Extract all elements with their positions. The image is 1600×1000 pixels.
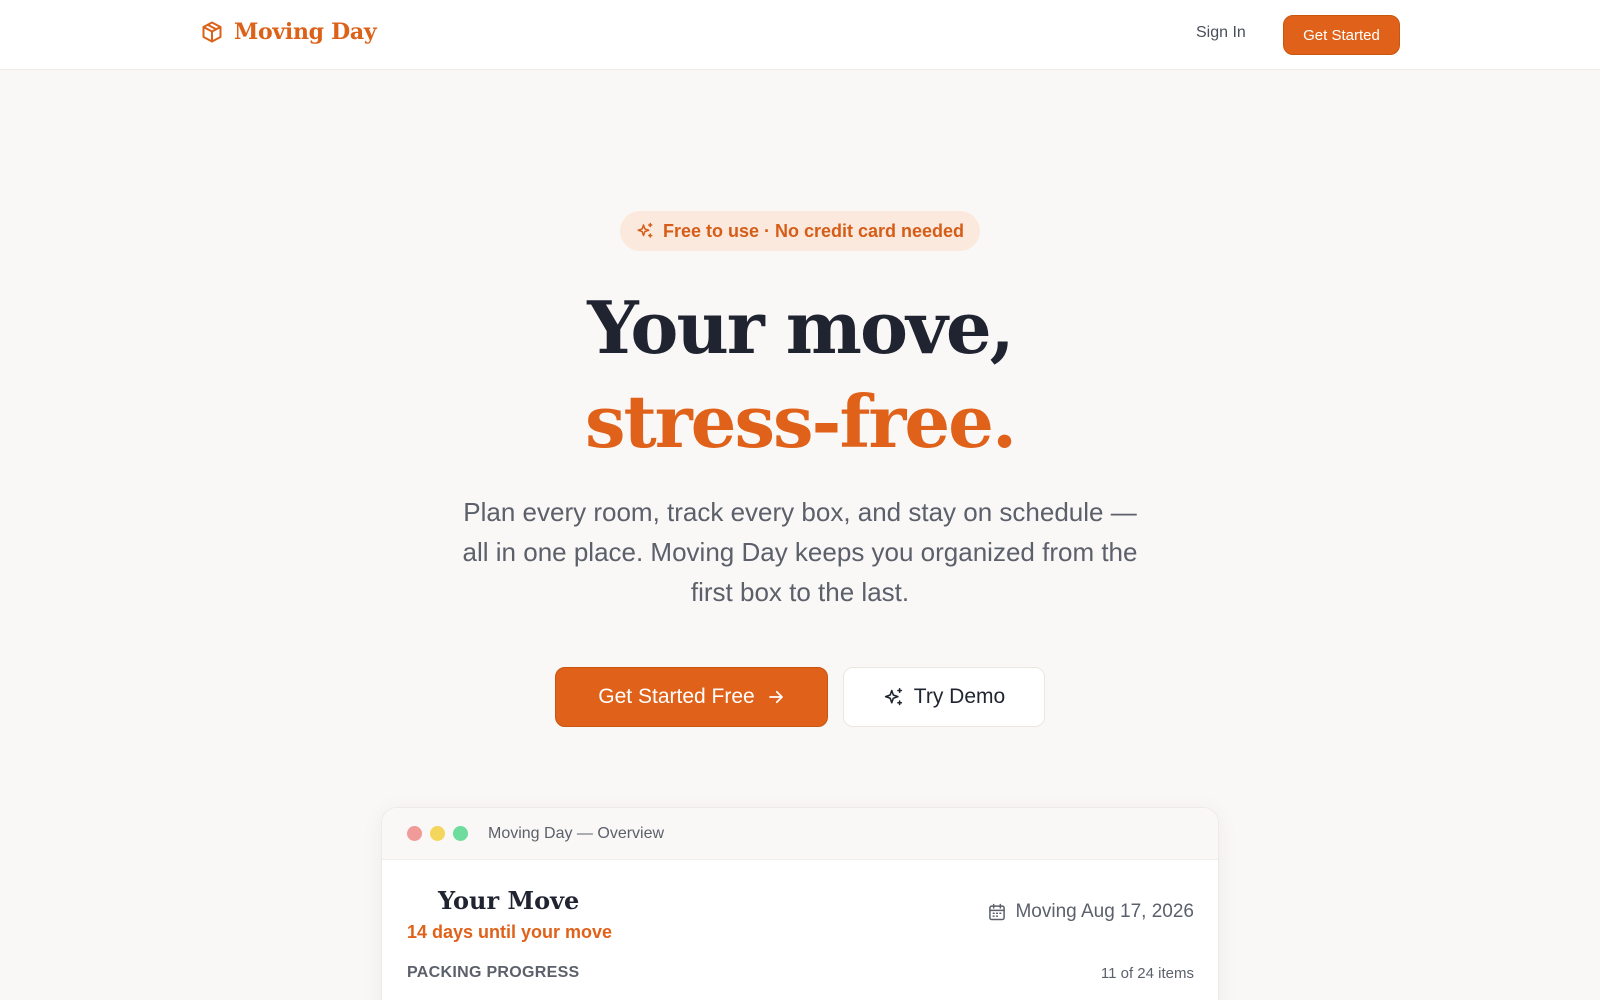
sparkles-icon xyxy=(637,222,653,238)
brand-logo[interactable]: Moving Day xyxy=(200,19,377,45)
app-preview-window: Moving Day — Overview Your Move 14 days … xyxy=(381,807,1219,1000)
try-demo-button[interactable]: Try Demo xyxy=(843,667,1045,727)
window-close-dot xyxy=(407,826,422,841)
preview-title-bar: Moving Day — Overview xyxy=(382,808,1218,860)
move-title: Your Move xyxy=(438,886,580,915)
get-started-free-button[interactable]: Get Started Free xyxy=(555,667,828,727)
arrow-right-icon xyxy=(768,690,783,704)
calendar-icon xyxy=(989,903,1006,921)
sparkles-icon xyxy=(884,687,902,705)
move-countdown: 14 days until your move xyxy=(407,922,613,942)
preview-window-title: Moving Day — Overview xyxy=(488,824,665,842)
move-date-text: Moving Aug 17, 2026 xyxy=(1015,901,1194,922)
brand-name: Moving Day xyxy=(234,19,377,45)
headline-line-2: stress-free. xyxy=(584,379,1017,464)
top-nav: Moving Day Sign In Get Started xyxy=(0,0,1600,70)
packing-progress-count: 11 of 24 items xyxy=(1100,965,1194,982)
get-started-button[interactable]: Get Started xyxy=(1283,15,1400,55)
hero-subtitle: Plan every room, track every box, and st… xyxy=(462,497,1138,607)
window-minimize-dot xyxy=(430,826,445,841)
sign-in-link[interactable]: Sign In xyxy=(1196,24,1246,42)
move-date: Moving Aug 17, 2026 xyxy=(987,901,1194,923)
free-badge-text: Free to use · No credit card needed xyxy=(662,220,965,241)
try-demo-label: Try Demo xyxy=(913,685,1006,708)
box-icon xyxy=(202,21,222,43)
packing-progress-label: PACKING PROGRESS xyxy=(407,964,580,981)
headline-line-1: Your move, xyxy=(587,285,1014,370)
free-badge: Free to use · No credit card needed xyxy=(620,211,980,251)
get-started-free-label: Get Started Free xyxy=(598,685,755,708)
window-maximize-dot xyxy=(453,826,468,841)
